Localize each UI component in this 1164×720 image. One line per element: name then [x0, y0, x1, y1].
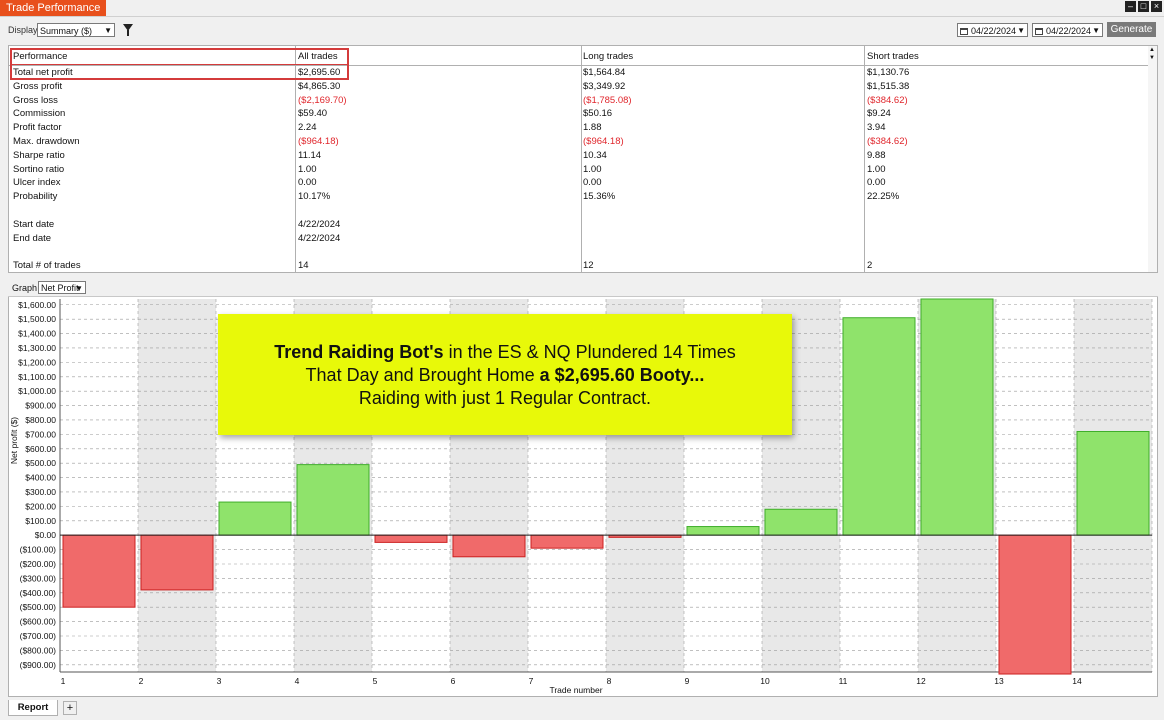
bar: [764, 508, 838, 536]
y-tick-label: $1,000.00: [18, 386, 56, 396]
x-tick-label: 12: [916, 676, 926, 686]
x-tick-label: 1: [61, 676, 66, 686]
y-tick-label: $800.00: [25, 415, 56, 425]
y-tick-label: $1,300.00: [18, 343, 56, 353]
tab-report[interactable]: Report: [8, 700, 58, 716]
add-tab-button[interactable]: +: [63, 701, 77, 715]
bar: [140, 534, 214, 591]
bar: [842, 317, 916, 536]
banner-line1-rest: in the ES & NQ Plundered 14 Times: [443, 342, 736, 362]
y-tick-label: $1,500.00: [18, 314, 56, 324]
bar: [1076, 430, 1150, 536]
x-tick-label: 14: [1072, 676, 1082, 686]
y-tick-label: ($800.00): [20, 645, 57, 655]
bar: [374, 534, 448, 543]
y-tick-label: $200.00: [25, 501, 56, 511]
y-tick-label: $400.00: [25, 473, 56, 483]
y-tick-label: ($500.00): [20, 602, 57, 612]
y-tick-label: ($300.00): [20, 573, 57, 583]
x-tick-label: 3: [217, 676, 222, 686]
y-tick-label: ($900.00): [20, 660, 57, 670]
y-tick-label: $1,200.00: [18, 357, 56, 367]
x-tick-label: 2: [139, 676, 144, 686]
y-tick-label: ($100.00): [20, 545, 57, 555]
y-tick-label: $700.00: [25, 429, 56, 439]
y-tick-label: $1,600.00: [18, 300, 56, 310]
x-tick-label: 13: [994, 676, 1004, 686]
y-tick-label: $600.00: [25, 444, 56, 454]
x-tick-label: 9: [685, 676, 690, 686]
y-tick-label: ($600.00): [20, 617, 57, 627]
y-tick-label: $900.00: [25, 401, 56, 411]
y-tick-label: ($200.00): [20, 559, 57, 569]
x-tick-label: 11: [839, 676, 848, 686]
y-tick-label: $300.00: [25, 487, 56, 497]
bar: [62, 534, 136, 608]
x-tick-label: 8: [607, 676, 612, 686]
y-tick-label: $1,400.00: [18, 329, 56, 339]
bar: [686, 526, 760, 536]
x-tick-label: 5: [373, 676, 378, 686]
x-axis-label: Trade number: [549, 685, 602, 695]
banner-line2-plain: That Day and Brought Home: [305, 365, 540, 385]
y-tick-label: $100.00: [25, 516, 56, 526]
x-tick-label: 6: [451, 676, 456, 686]
promo-banner: Trend Raiding Bot's in the ES & NQ Plund…: [218, 314, 792, 435]
banner-line1-bold: Trend Raiding Bot's: [274, 342, 444, 362]
banner-line2-bold: a $2,695.60 Booty...: [539, 365, 705, 385]
x-tick-label: 4: [295, 676, 300, 686]
banner-line3: Raiding with just 1 Regular Contract.: [358, 388, 652, 408]
bar: [920, 298, 994, 536]
x-tick-label: 10: [760, 676, 770, 686]
y-axis-label: Net profit ($): [9, 417, 19, 464]
bar: [296, 464, 370, 536]
bar: [530, 534, 604, 549]
x-tick-label: 7: [529, 676, 534, 686]
y-tick-label: $1,100.00: [18, 372, 56, 382]
bottom-tab-bar: [0, 699, 1164, 720]
bar: [452, 534, 526, 558]
y-tick-label: ($700.00): [20, 631, 57, 641]
y-tick-label: $0.00: [35, 530, 57, 540]
column-band: [138, 299, 216, 672]
bar: [218, 501, 292, 536]
y-tick-label: ($400.00): [20, 588, 57, 598]
y-tick-label: $500.00: [25, 458, 56, 468]
bar: [998, 534, 1072, 675]
